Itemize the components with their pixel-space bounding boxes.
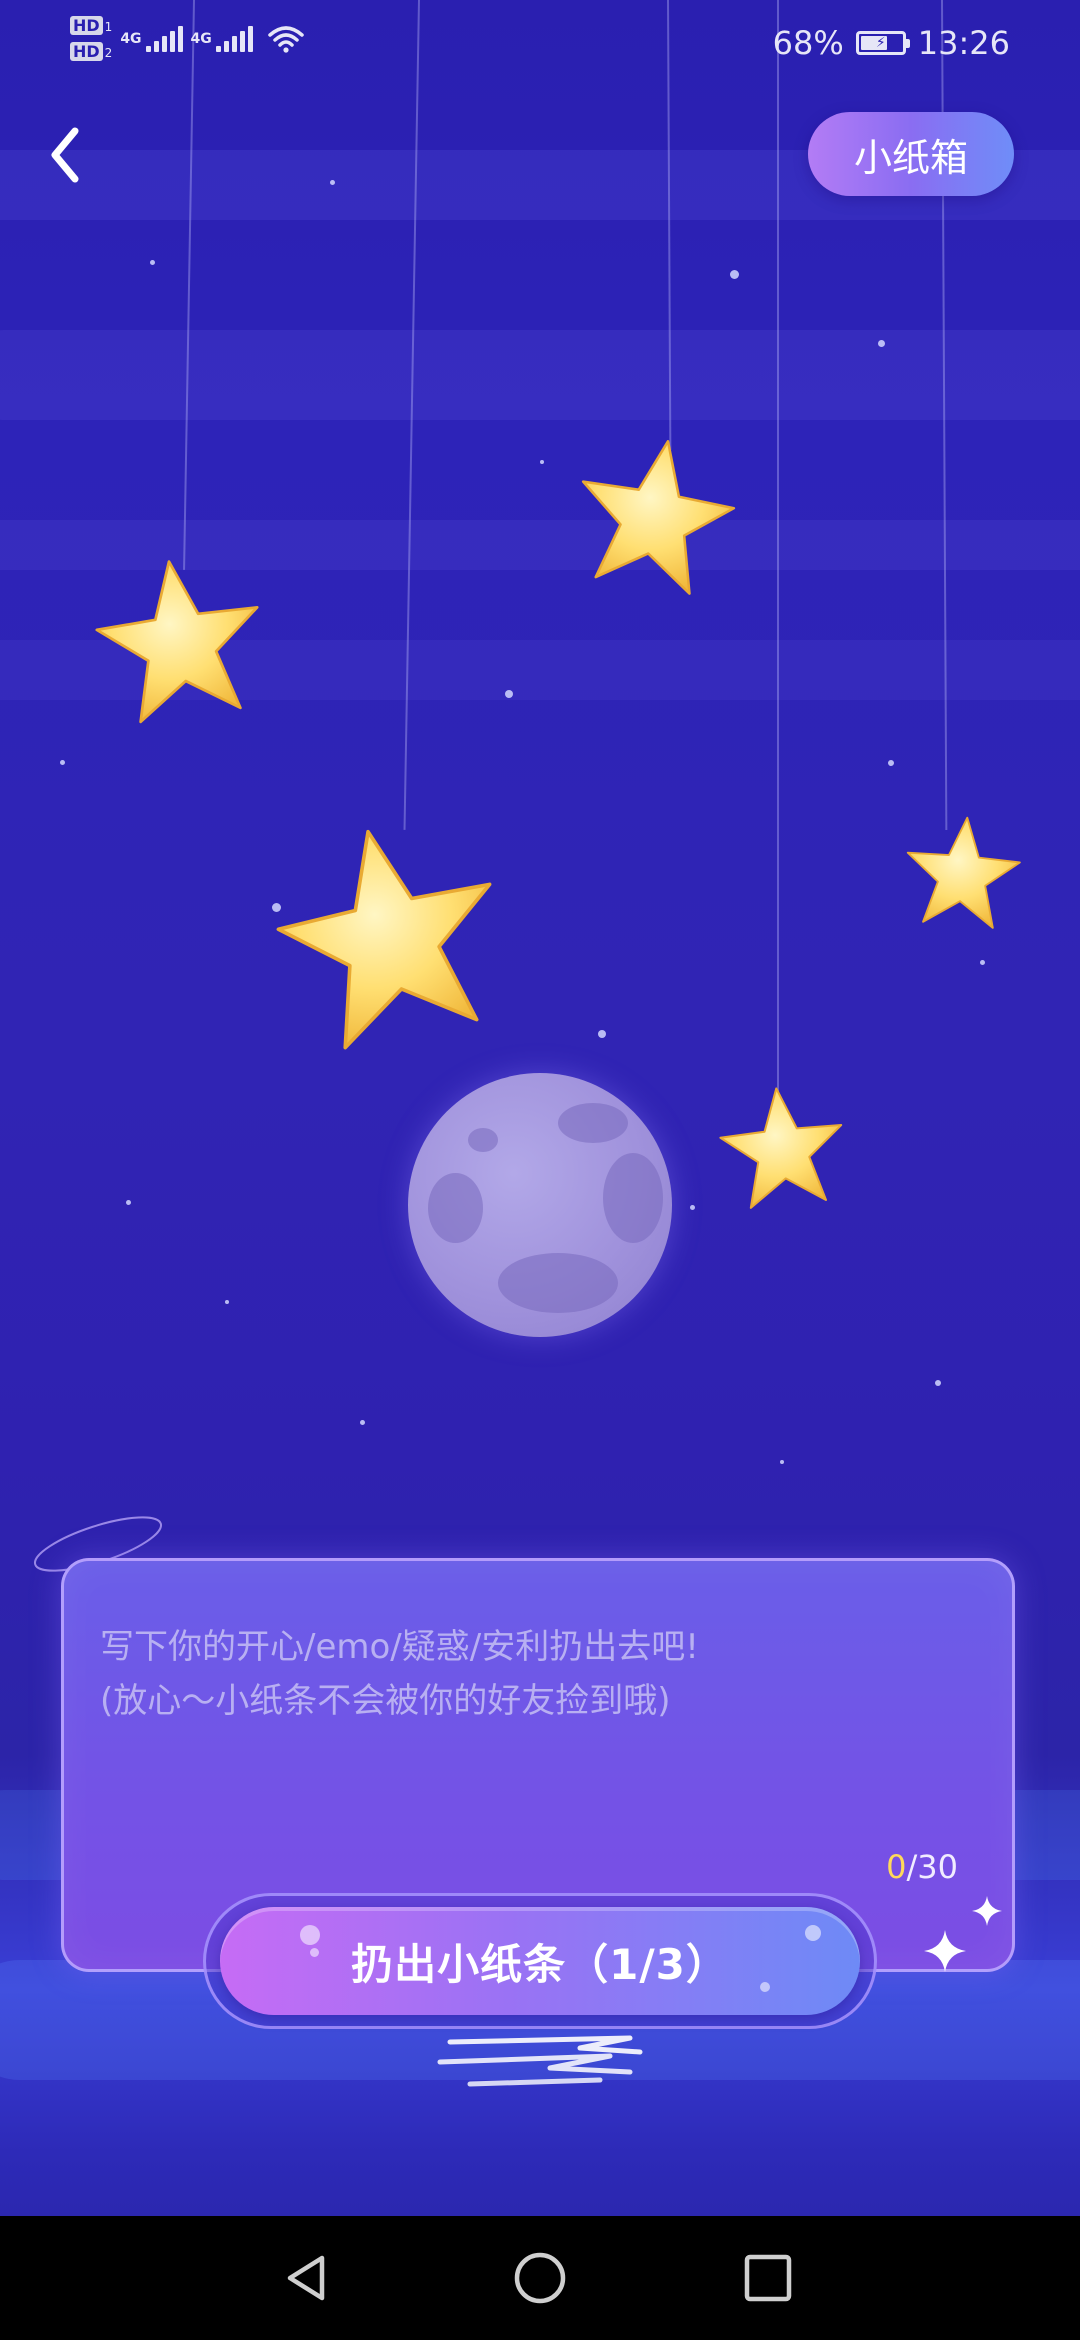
signal-icon bbox=[215, 26, 253, 52]
sim1-indicator: HD 1 bbox=[70, 16, 112, 36]
moon-crater bbox=[558, 1103, 628, 1143]
sim2-indicator: HD 2 bbox=[70, 42, 112, 62]
sparkle-icon bbox=[924, 1930, 966, 1972]
star-icon bbox=[906, 816, 1021, 929]
counter-current: 0 bbox=[886, 1848, 907, 1886]
tree-hole-screen: HD 1 HD 2 4G 4G 68% ⚡ 13:26 小纸箱 写下你的开心/e… bbox=[0, 0, 1080, 2340]
moon-crater bbox=[468, 1128, 498, 1152]
character-counter: 0/30 bbox=[886, 1848, 958, 1886]
sky-dot bbox=[690, 1205, 695, 1210]
star-icon bbox=[95, 560, 259, 724]
network-type: 4G bbox=[190, 31, 212, 47]
system-nav-bar bbox=[0, 2216, 1080, 2340]
wifi-icon bbox=[268, 26, 304, 53]
sky-dot bbox=[126, 1200, 131, 1205]
sim-index: 2 bbox=[104, 46, 113, 60]
nav-home-button[interactable] bbox=[500, 2238, 580, 2318]
battery-icon: ⚡ bbox=[855, 31, 910, 55]
status-bar: HD 1 HD 2 4G 4G 68% ⚡ 13:26 bbox=[0, 0, 1080, 90]
sim-indicators: HD 1 HD 2 bbox=[70, 16, 112, 62]
water-splash-icon bbox=[437, 2035, 643, 2087]
star-icon bbox=[719, 1087, 843, 1209]
star-icon bbox=[276, 829, 492, 1050]
background-band bbox=[0, 330, 1080, 420]
sky-dot bbox=[935, 1380, 941, 1386]
sky-dot bbox=[540, 460, 544, 464]
back-button[interactable] bbox=[30, 115, 100, 195]
clock: 13:26 bbox=[917, 24, 1010, 62]
sky-dot bbox=[598, 1030, 606, 1038]
square-recents-icon bbox=[744, 2254, 792, 2302]
sky-dot bbox=[60, 760, 65, 765]
sky-dot bbox=[878, 340, 885, 347]
status-right: 68% ⚡ 13:26 bbox=[773, 24, 1010, 62]
moon-icon bbox=[408, 1073, 672, 1337]
paper-box-button[interactable]: 小纸箱 bbox=[808, 112, 1014, 196]
sky-dot bbox=[888, 760, 894, 766]
bubble-decoration bbox=[300, 1925, 320, 1945]
hd-badge: HD bbox=[70, 42, 103, 61]
hd-badge: HD bbox=[70, 16, 103, 35]
circle-home-icon bbox=[514, 2252, 566, 2304]
sim-index: 1 bbox=[104, 20, 113, 34]
moon-crater bbox=[603, 1153, 663, 1243]
charging-bolt-icon: ⚡ bbox=[875, 35, 886, 51]
sky-dot bbox=[225, 1300, 229, 1304]
bubble-decoration bbox=[310, 1948, 319, 1957]
chevron-left-icon bbox=[51, 127, 79, 183]
counter-max: /30 bbox=[906, 1848, 959, 1886]
throw-paper-button[interactable]: 扔出小纸条（1/3） bbox=[220, 1907, 860, 2015]
sky-dot bbox=[150, 260, 155, 265]
sky-dot bbox=[980, 960, 985, 965]
nav-back-button[interactable] bbox=[268, 2238, 348, 2318]
sky-dot bbox=[330, 180, 335, 185]
sky-dot bbox=[780, 1460, 784, 1464]
paper-note-input[interactable] bbox=[100, 1620, 940, 1820]
moon-crater bbox=[498, 1253, 618, 1313]
nav-recents-button[interactable] bbox=[728, 2238, 808, 2318]
signal-icon bbox=[145, 26, 183, 52]
star-icon bbox=[581, 440, 736, 595]
star-string bbox=[777, 0, 779, 1100]
sparkle-icon bbox=[972, 1896, 1002, 1926]
status-left: HD 1 HD 2 4G 4G bbox=[70, 16, 305, 62]
sky-dot bbox=[505, 690, 513, 698]
network-type: 4G bbox=[120, 31, 142, 47]
throw-paper-label: 扔出小纸条（1/3） bbox=[351, 1939, 729, 1989]
sky-dot bbox=[360, 1420, 365, 1425]
bubble-decoration bbox=[805, 1925, 821, 1941]
sky-dot bbox=[730, 270, 739, 279]
moon-crater bbox=[428, 1173, 483, 1243]
triangle-back-icon bbox=[287, 2255, 325, 2301]
battery-percent: 68% bbox=[772, 24, 844, 62]
bubble-decoration bbox=[760, 1982, 770, 1992]
